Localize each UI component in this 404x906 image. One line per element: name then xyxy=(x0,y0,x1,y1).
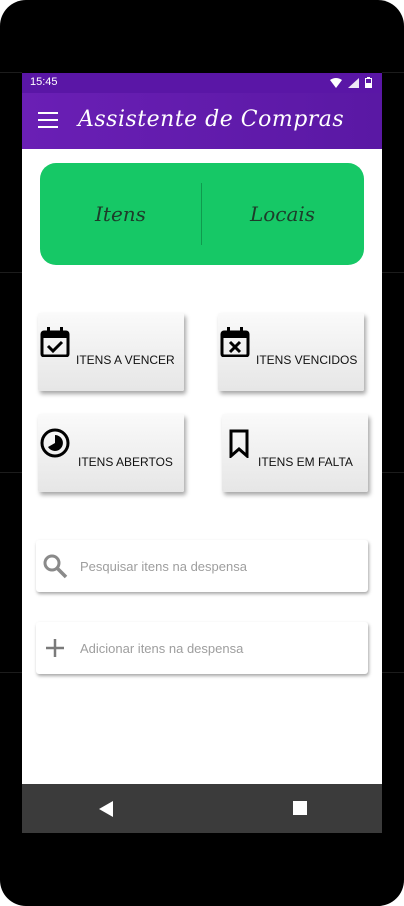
menu-icon[interactable] xyxy=(38,112,58,128)
bookmark-icon xyxy=(229,429,249,458)
tile-label: ITENS A VENCER xyxy=(76,353,175,367)
plus-icon xyxy=(46,639,64,657)
app-bar: Assistente de Compras xyxy=(22,93,382,149)
frame-divider xyxy=(0,672,22,673)
recents-icon[interactable] xyxy=(293,801,307,815)
frame-divider xyxy=(0,472,22,473)
tile-itens-em-falta[interactable]: ITENS EM FALTA xyxy=(222,414,368,492)
tile-label: ITENS EM FALTA xyxy=(258,455,353,469)
add-item-placeholder: Adicionar itens na despensa xyxy=(80,641,244,656)
tile-itens-vencidos[interactable]: ITENS VENCIDOS xyxy=(218,313,364,391)
frame-divider xyxy=(382,672,404,673)
frame-divider xyxy=(0,72,22,73)
status-time: 15:45 xyxy=(30,76,58,88)
system-nav-bar xyxy=(22,784,382,833)
wifi-icon xyxy=(330,77,342,88)
calendar-x-icon xyxy=(220,327,250,357)
frame-divider xyxy=(382,272,404,273)
pie-clock-icon xyxy=(40,428,70,458)
status-icons xyxy=(330,77,372,88)
battery-icon xyxy=(365,77,372,88)
items-locations-toggle: Itens Locais xyxy=(40,163,364,265)
tile-label: ITENS ABERTOS xyxy=(78,455,173,469)
search-placeholder: Pesquisar itens na despensa xyxy=(80,559,247,574)
search-icon xyxy=(43,554,68,579)
app-title: Assistente de Compras xyxy=(78,107,345,132)
status-bar: 15:45 xyxy=(22,73,382,93)
tile-label: ITENS VENCIDOS xyxy=(256,353,358,367)
tab-itens[interactable]: Itens xyxy=(40,163,201,265)
frame-divider xyxy=(382,472,404,473)
tile-itens-a-vencer[interactable]: ITENS A VENCER xyxy=(38,313,184,391)
back-icon[interactable] xyxy=(97,800,115,818)
app-screen: 15:45 Assistente de Compras Itens Locais… xyxy=(22,73,382,833)
tab-locais[interactable]: Locais xyxy=(202,163,363,265)
search-field[interactable]: Pesquisar itens na despensa xyxy=(36,540,368,592)
tile-itens-abertos[interactable]: ITENS ABERTOS xyxy=(38,414,184,492)
calendar-check-icon xyxy=(40,327,70,357)
signal-icon xyxy=(348,77,359,88)
add-item-field[interactable]: Adicionar itens na despensa xyxy=(36,622,368,674)
frame-divider xyxy=(382,72,404,73)
frame-divider xyxy=(0,272,22,273)
